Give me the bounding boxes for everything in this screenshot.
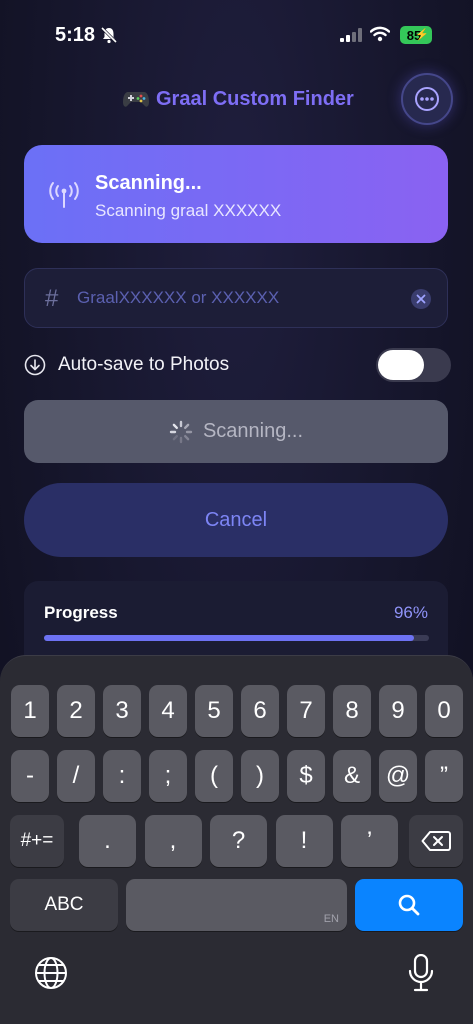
- autosave-toggle[interactable]: [376, 348, 451, 382]
- globe-icon[interactable]: [34, 956, 68, 990]
- antenna-icon: [49, 182, 79, 208]
- key-symbol-2[interactable]: :: [103, 750, 141, 802]
- key-symbols-toggle[interactable]: #+=: [10, 815, 64, 867]
- key-symbol-5[interactable]: ): [241, 750, 279, 802]
- key-digit-5[interactable]: 6: [241, 685, 279, 737]
- key-punct-3[interactable]: !: [275, 815, 333, 867]
- key-digit-3[interactable]: 4: [149, 685, 187, 737]
- gamepad-icon: [123, 92, 149, 107]
- key-punct-4[interactable]: ’: [341, 815, 398, 867]
- space-key[interactable]: EN: [126, 879, 347, 931]
- app-title-text: Graal Custom Finder: [156, 87, 354, 110]
- scanning-title: Scanning...: [95, 172, 202, 194]
- signal-icon: [340, 28, 362, 42]
- space-lang-label: EN: [323, 913, 339, 925]
- progress-bar: [44, 635, 429, 641]
- charging-bolt-icon: ⚡: [415, 29, 429, 41]
- spinner-icon: [169, 420, 193, 443]
- clear-button[interactable]: [411, 289, 431, 309]
- key-punct-2[interactable]: ?: [210, 815, 267, 867]
- hash-icon: #: [45, 285, 59, 312]
- download-icon: [24, 354, 46, 376]
- toggle-knob: [378, 350, 424, 380]
- scan-button-label: Scanning...: [202, 420, 304, 442]
- ellipsis-icon: [415, 87, 439, 111]
- progress-value: 96%: [393, 603, 428, 622]
- backspace-icon: [421, 831, 451, 851]
- scanning-banner: Scanning... Scanning graal XXXXXX: [24, 145, 448, 243]
- scan-button[interactable]: Scanning...: [24, 400, 448, 463]
- key-symbol-6[interactable]: $: [287, 750, 325, 802]
- key-symbol-4[interactable]: (: [195, 750, 233, 802]
- keyboard: #+= ABC EN 1 2 3 4 5 6 7 8 9 0 - /:;() $ & @”.,?!’: [0, 655, 473, 1024]
- wifi-icon: [370, 26, 390, 42]
- key-punct-1[interactable]: ,: [144, 815, 202, 867]
- search-icon: [398, 894, 420, 916]
- code-input[interactable]: [77, 269, 397, 327]
- key-punct-0[interactable]: .: [79, 815, 136, 867]
- progress-label: Progress: [44, 603, 118, 622]
- key-digit-7[interactable]: 8: [333, 685, 371, 737]
- key-abc[interactable]: ABC: [10, 879, 118, 931]
- code-input-field[interactable]: #: [24, 268, 448, 328]
- battery-icon: 85 ⚡: [400, 26, 432, 44]
- cancel-button[interactable]: Cancel: [24, 483, 448, 557]
- key-digit-0[interactable]: 1: [11, 685, 49, 737]
- key-symbol-3[interactable]: ;: [149, 750, 187, 802]
- key-digit-4[interactable]: 5: [195, 685, 233, 737]
- progress-fill: [44, 635, 414, 641]
- key-symbol-8[interactable]: @: [379, 750, 417, 802]
- key-symbol-0[interactable]: -: [11, 750, 49, 802]
- key-digit-6[interactable]: 7: [287, 685, 325, 737]
- status-bar: 5:18 85 ⚡: [0, 0, 473, 60]
- microphone-icon[interactable]: [408, 954, 434, 992]
- key-digit-8[interactable]: 9: [379, 685, 417, 737]
- delete-key[interactable]: [409, 815, 463, 867]
- autosave-row: Auto-save to Photos: [24, 346, 451, 384]
- bell-slash-icon: [100, 26, 118, 44]
- key-digit-9[interactable]: 0: [425, 685, 463, 737]
- key-symbol-7[interactable]: &: [333, 750, 371, 802]
- key-digit-2[interactable]: 3: [103, 685, 141, 737]
- app-title: Graal Custom Finder: [122, 86, 354, 112]
- search-key[interactable]: [355, 879, 463, 931]
- key-symbol-9[interactable]: ”: [425, 750, 463, 802]
- autosave-label: Auto-save to Photos: [58, 354, 230, 375]
- scanning-subtitle: Scanning graal XXXXXX: [95, 201, 282, 220]
- key-symbol-1[interactable]: /: [57, 750, 95, 802]
- status-time: 5:18: [55, 24, 96, 46]
- more-options-button[interactable]: [401, 73, 453, 125]
- clear-icon: [416, 294, 426, 304]
- key-digit-1[interactable]: 2: [57, 685, 95, 737]
